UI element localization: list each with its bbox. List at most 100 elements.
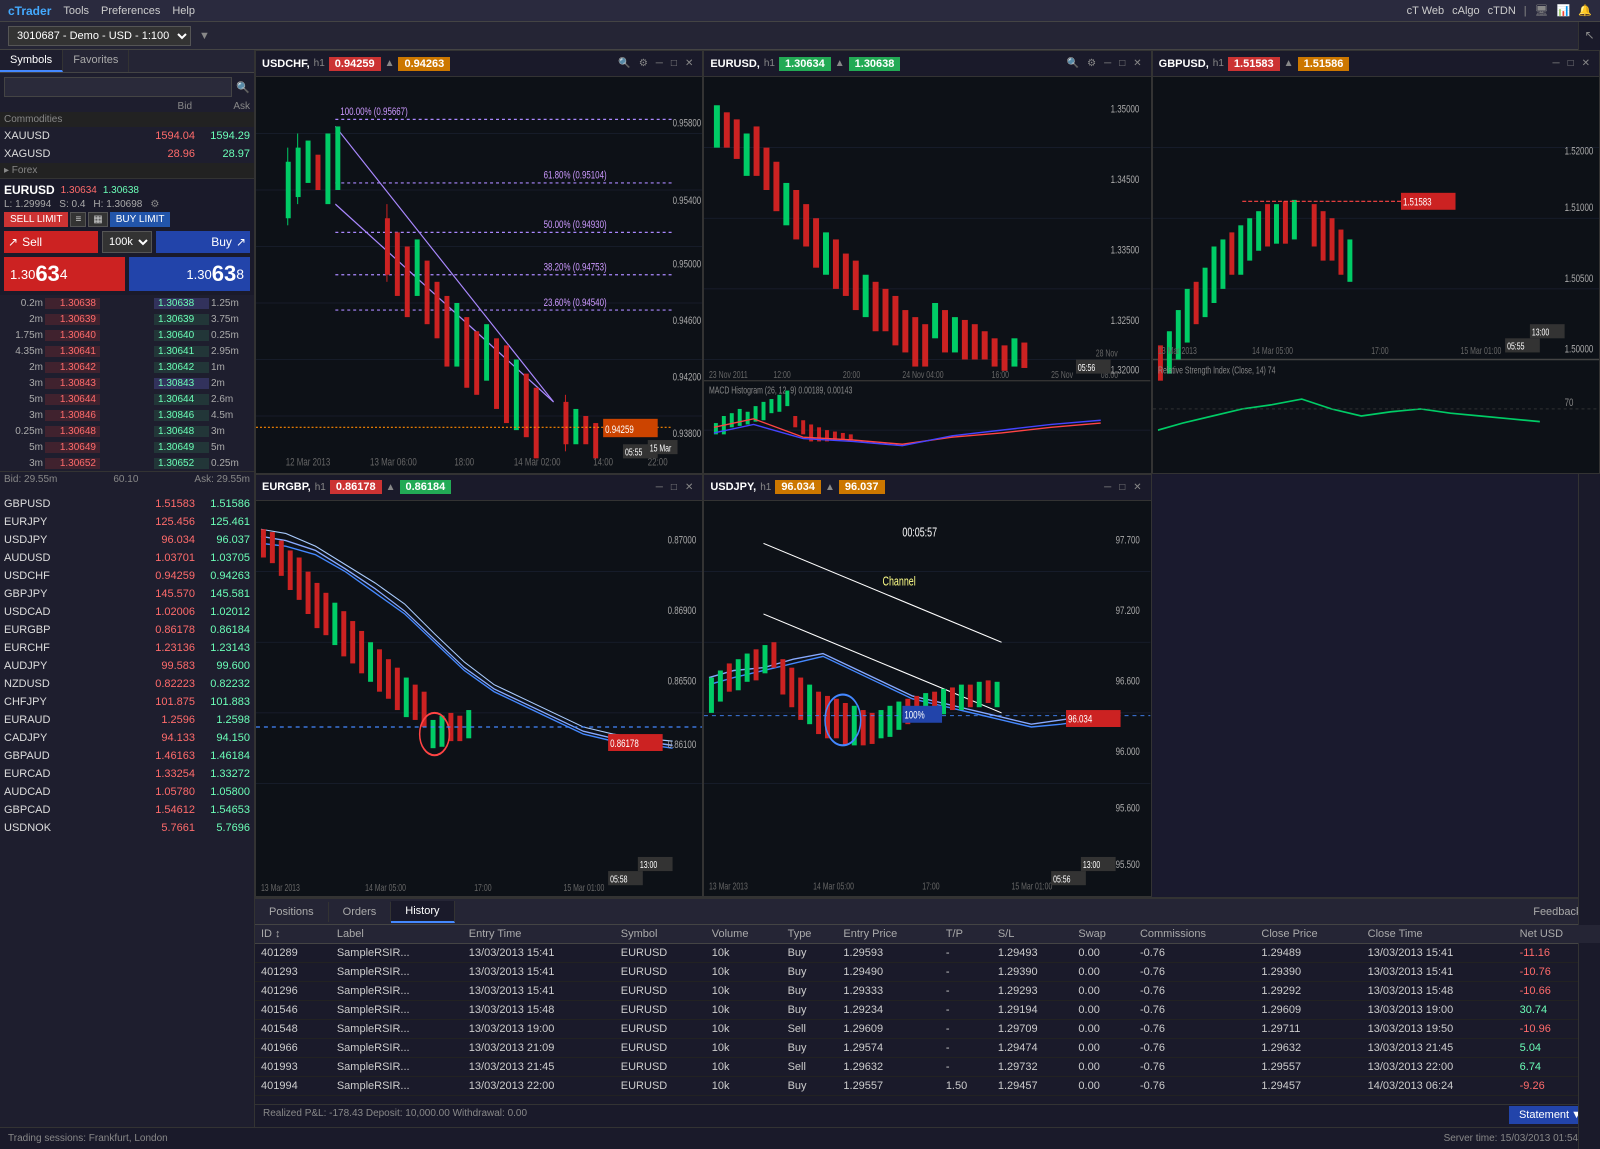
svg-text:38.20% (0.94753): 38.20% (0.94753) [544,261,607,274]
ob-view-btn1[interactable]: ≡ [70,212,86,227]
symbol-usdchf[interactable]: USDCHF 0.94259 0.94263 [0,567,254,585]
menu-tools[interactable]: Tools [63,5,89,17]
chart-eurgbp-close[interactable]: ✕ [682,481,696,494]
chart-usdchf-maximize[interactable]: □ [668,57,680,70]
chart-usdjpy-minimize[interactable]: ─ [1101,481,1114,494]
chart-eurusd-minimize[interactable]: ─ [1101,57,1114,70]
svg-text:23 Nov 2011: 23 Nov 2011 [709,369,748,381]
sell-limit-button[interactable]: SELL LIMIT [4,212,68,227]
topbar-icon-monitor[interactable]: 🖥 [1535,4,1549,17]
search-icon[interactable]: 🔍 [236,81,250,94]
chart-eurusd: EURUSD, h1 1.30634 ▲ 1.30638 🔍 ⚙ ─ □ ✕ [703,50,1151,474]
chart-eurgbp-header: EURGBP, h1 0.86178 ▲ 0.86184 ─ □ ✕ [256,475,702,501]
topbar-icon-bell[interactable]: 🔔 [1578,4,1592,17]
tab-symbols[interactable]: Symbols [0,50,63,72]
symbol-eurgbp-list[interactable]: EURGBP 0.86178 0.86184 [0,621,254,639]
symbol-nzdusd[interactable]: NZDUSD 0.82223 0.82232 [0,675,254,693]
svg-text:1.35000: 1.35000 [1111,103,1140,116]
topbar-icon-chart[interactable]: 📊 [1557,4,1571,17]
col-close-price[interactable]: Close Price [1255,925,1361,944]
svg-text:1.32000: 1.32000 [1111,364,1140,377]
svg-text:50.00% (0.94930): 50.00% (0.94930) [544,219,607,232]
ob-footer: Bid: 29.55m 60.10 Ask: 29.55m [0,471,254,487]
col-symbol[interactable]: Symbol [615,925,706,944]
symbol-audusd[interactable]: AUDUSD 1.03701 1.03705 [0,549,254,567]
chart-usdchf-zoom[interactable]: 🔍 [615,57,633,70]
chart-gbpusd-close[interactable]: ✕ [1579,57,1593,70]
symbol-gbpcad[interactable]: GBPCAD 1.54612 1.54653 [0,801,254,819]
chart-gbpusd-maximize[interactable]: □ [1565,57,1577,70]
table-row: 401293 SampleRSIR... 13/03/2013 15:41 EU… [255,963,1600,982]
menu-ctdn[interactable]: cTDN [1488,5,1516,17]
left-panel-tabs: Symbols Favorites [0,50,254,73]
menu-ctweb[interactable]: cT Web [1407,5,1445,17]
symbol-euraud[interactable]: EURAUD 1.2596 1.2598 [0,711,254,729]
col-swap[interactable]: Swap [1072,925,1134,944]
symbol-xagusd[interactable]: XAGUSD 28.96 28.97 [0,145,254,163]
symbol-usdcad[interactable]: USDCAD 1.02006 1.02012 [0,603,254,621]
symbol-cadjpy[interactable]: CADJPY 94.133 94.150 [0,729,254,747]
symbol-audjpy[interactable]: AUDJPY 99.583 99.600 [0,657,254,675]
tab-orders[interactable]: Orders [329,902,392,922]
symbol-usdnok[interactable]: USDNOK 5.7661 5.7696 [0,819,254,837]
svg-text:17:00: 17:00 [1371,345,1389,357]
chart-gbpusd-minimize[interactable]: ─ [1549,57,1562,70]
svg-text:0.94600: 0.94600 [673,315,702,328]
tab-history[interactable]: History [391,901,454,923]
eurusd-settings-icon[interactable]: ⚙ [150,199,159,210]
chart-eurgbp-minimize[interactable]: ─ [653,481,666,494]
ob-view-btn2[interactable]: ▦ [88,212,107,227]
symbol-eurchf[interactable]: EURCHF 1.23136 1.23143 [0,639,254,657]
symbol-audcad[interactable]: AUDCAD 1.05780 1.05800 [0,783,254,801]
svg-text:14 Mar 02:00: 14 Mar 02:00 [514,456,561,469]
svg-text:13 Mar 2013: 13 Mar 2013 [261,881,300,893]
col-id[interactable]: ID ↕ [255,925,331,944]
col-bid: Bid [142,101,192,112]
search-input[interactable] [4,77,232,97]
buy-button[interactable]: Buy ↗ [156,231,250,253]
col-type[interactable]: Type [782,925,838,944]
chart-usdjpy-maximize[interactable]: □ [1116,481,1128,494]
sell-button[interactable]: ↗ Sell [4,231,98,253]
tab-positions[interactable]: Positions [255,902,329,922]
col-volume[interactable]: Volume [706,925,782,944]
chart-eurgbp-maximize[interactable]: □ [668,481,680,494]
chart-usdjpy-close[interactable]: ✕ [1130,481,1144,494]
account-selector[interactable]: 3010687 - Demo - USD - 1:100 [8,26,191,46]
chart-usdchf-minimize[interactable]: ─ [653,57,666,70]
col-close-time[interactable]: Close Time [1362,925,1514,944]
account-dropdown-icon[interactable]: ▼ [199,30,210,42]
symbol-eurcad[interactable]: EURCAD 1.33254 1.33272 [0,765,254,783]
symbol-gbpaud[interactable]: GBPAUD 1.46163 1.46184 [0,747,254,765]
svg-text:96.034: 96.034 [1068,713,1093,726]
chart-usdchf-close[interactable]: ✕ [682,57,696,70]
symbol-chfjpy[interactable]: CHFJPY 101.875 101.883 [0,693,254,711]
tab-favorites[interactable]: Favorites [63,50,129,72]
col-net-usd[interactable]: Net USD [1514,925,1600,944]
col-commissions[interactable]: Commissions [1134,925,1255,944]
amount-selector[interactable]: 100k [102,231,152,253]
col-entry-price[interactable]: Entry Price [837,925,939,944]
symbol-gbpusd[interactable]: GBPUSD 1.51583 1.51586 [0,495,254,513]
chart-usdchf: USDCHF, h1 0.94259 ▲ 0.94263 🔍 ⚙ ─ □ ✕ [255,50,703,474]
symbol-xauusd[interactable]: XAUUSD 1594.04 1594.29 [0,127,254,145]
buy-limit-button[interactable]: BUY LIMIT [110,212,171,227]
chart-eurusd-settings[interactable]: ⚙ [1084,57,1099,70]
eurgbp-bid-badge: 0.86178 [330,480,382,494]
symbol-gbpjpy[interactable]: GBPJPY 145.570 145.581 [0,585,254,603]
chart-eurusd-zoom[interactable]: 🔍 [1064,57,1082,70]
col-sl[interactable]: S/L [992,925,1073,944]
menu-help[interactable]: Help [172,5,195,17]
chart-eurusd-close[interactable]: ✕ [1130,57,1144,70]
chart-usdchf-settings[interactable]: ⚙ [636,57,651,70]
chart-eurusd-maximize[interactable]: □ [1116,57,1128,70]
menu-preferences[interactable]: Preferences [101,5,160,17]
col-tp[interactable]: T/P [940,925,992,944]
symbol-eurjpy[interactable]: EURJPY 125.456 125.461 [0,513,254,531]
ob-row-2: 1.75m1.30640 1.306400.25m [0,327,254,343]
col-entry-time[interactable]: Entry Time [463,925,615,944]
symbol-usdjpy[interactable]: USDJPY 96.034 96.037 [0,531,254,549]
usdchf-bid-badge: 0.94259 [329,57,381,71]
col-label[interactable]: Label [331,925,463,944]
menu-calgo[interactable]: cAlgo [1452,5,1480,17]
